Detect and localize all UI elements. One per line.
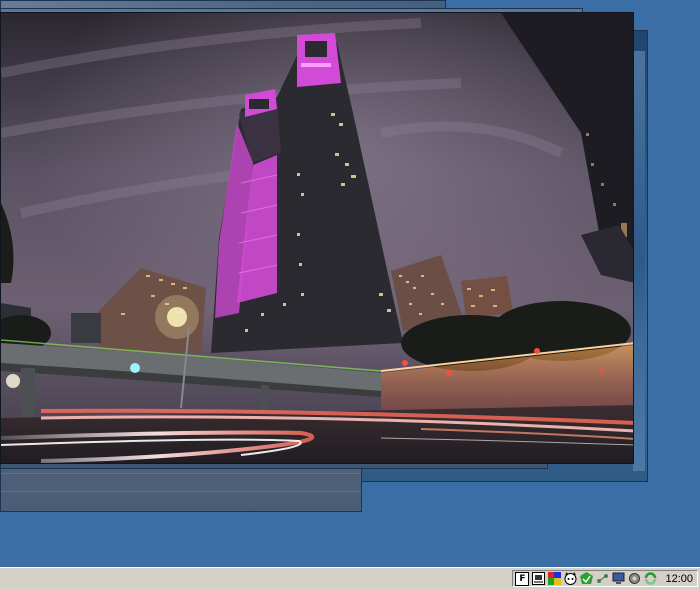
- font-icon[interactable]: F: [515, 571, 530, 586]
- gear-icon[interactable]: [627, 572, 641, 586]
- window-stripe: [1, 473, 361, 474]
- clock[interactable]: 12:00: [665, 573, 693, 585]
- network-icon[interactable]: [595, 572, 609, 586]
- green-cycle-icon[interactable]: [643, 572, 657, 586]
- window-stripe: [1, 491, 361, 492]
- system-tray: F 12:00: [512, 570, 698, 587]
- cat-mascot-icon[interactable]: [563, 572, 577, 586]
- desktop: [0, 0, 700, 567]
- photo-window[interactable]: [0, 12, 634, 464]
- taskbar: F 12:00: [0, 567, 700, 589]
- color-palette-icon[interactable]: [547, 572, 561, 586]
- window-sheen: [633, 51, 645, 471]
- display-settings-icon[interactable]: [531, 572, 545, 586]
- green-shield-icon[interactable]: [579, 572, 593, 586]
- night-city-photo: [1, 13, 633, 463]
- monitor-icon[interactable]: [611, 572, 625, 586]
